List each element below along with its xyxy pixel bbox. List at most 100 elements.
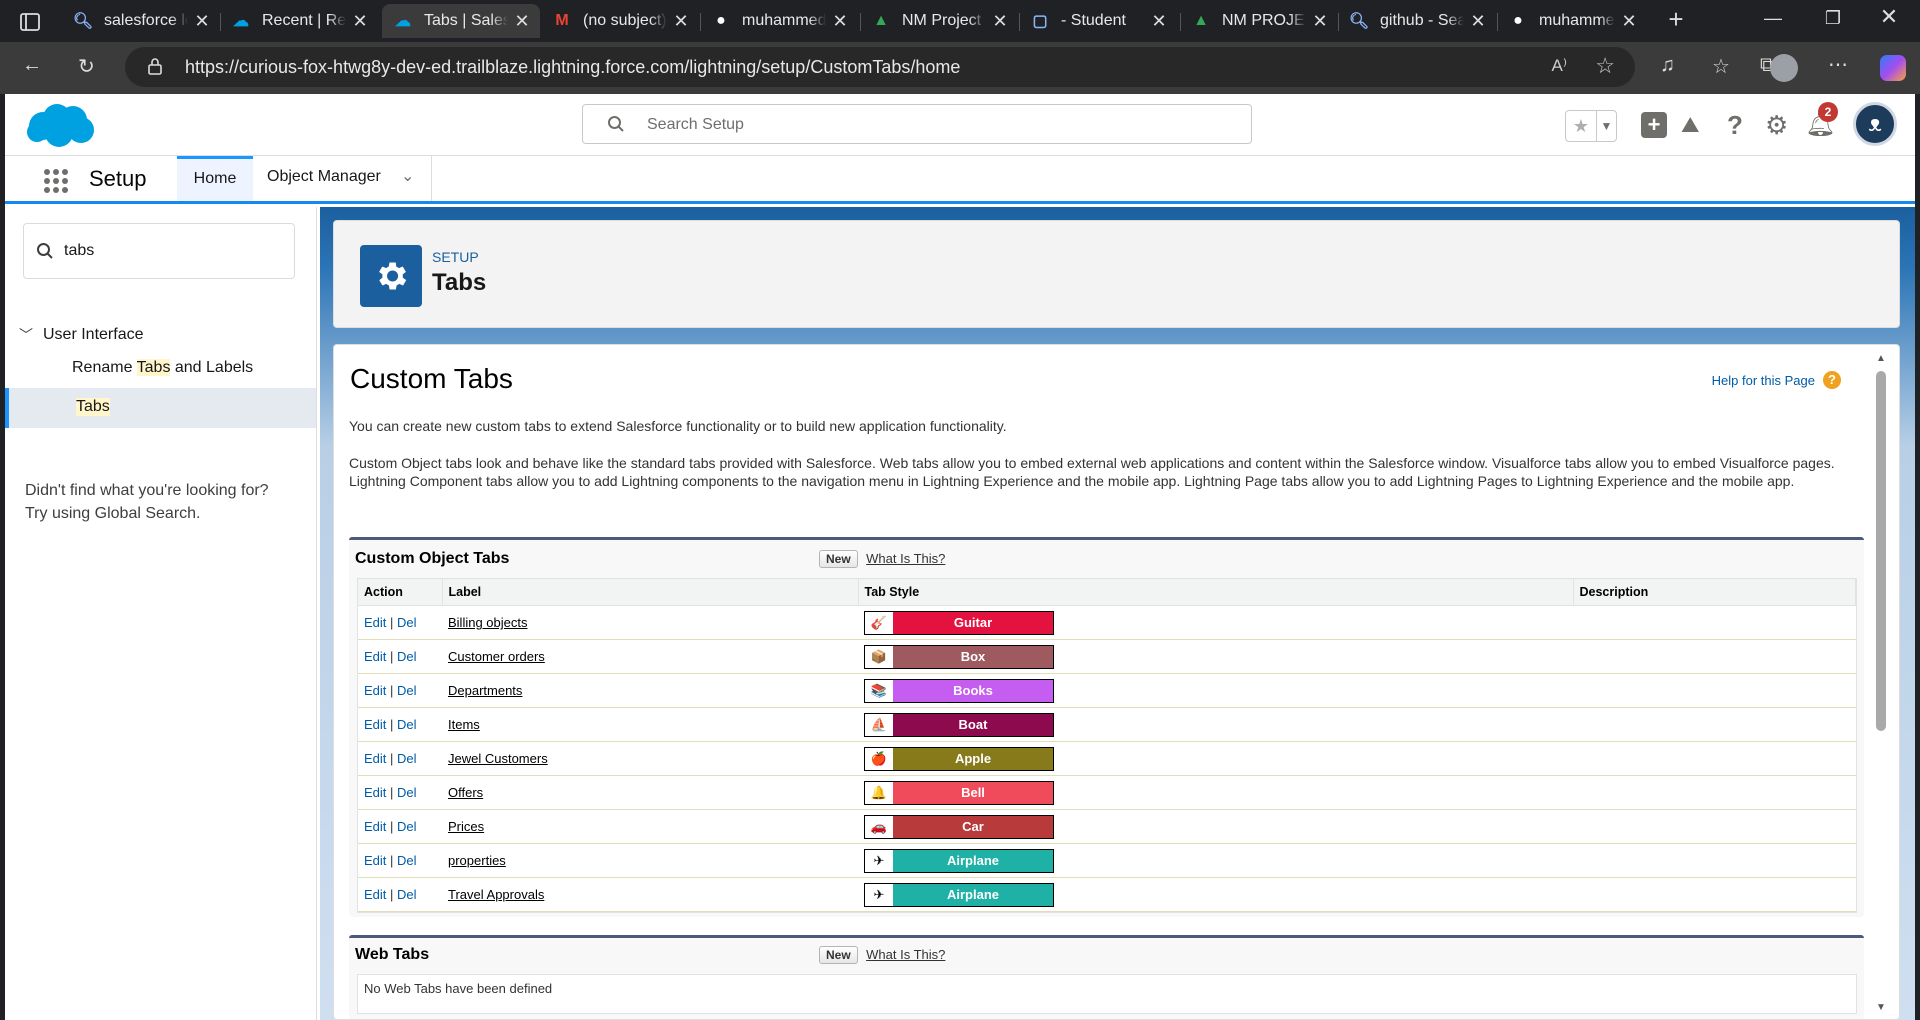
close-tab-icon[interactable]: ✕	[194, 11, 210, 32]
browser-tab[interactable]: ▲ NM Project V ✕	[860, 4, 1018, 38]
chevron-down-icon[interactable]: ⌄	[401, 166, 414, 186]
edit-link[interactable]: Edit	[364, 649, 386, 664]
tab-style-cell: 🚗 Car	[858, 809, 1573, 844]
scroll-up-icon[interactable]: ▲	[1876, 353, 1886, 364]
tab-label-link[interactable]: Travel Approvals	[448, 887, 544, 902]
help-icon[interactable]: ?	[1727, 110, 1743, 141]
help-link[interactable]: Help for this Page ?	[1712, 371, 1841, 389]
tab-label-link[interactable]: Items	[448, 717, 480, 732]
tab-actions-icon[interactable]	[18, 10, 42, 34]
edit-link[interactable]: Edit	[364, 717, 386, 732]
delete-link[interactable]: Del	[397, 785, 417, 800]
edit-link[interactable]: Edit	[364, 853, 386, 868]
close-tab-icon[interactable]: ✕	[673, 11, 689, 32]
tab-label-link[interactable]: Billing objects	[448, 615, 528, 630]
tab-label-link[interactable]: Prices	[448, 819, 484, 834]
browser-tab[interactable]: ● muhammed ✕	[1497, 4, 1647, 38]
tab-style-swatch: 📚 Books	[864, 678, 1054, 703]
close-tab-icon[interactable]: ✕	[352, 11, 368, 32]
browser-tab[interactable]: ☁ Recent | Rep ✕	[220, 4, 378, 38]
global-actions-icon[interactable]: +	[1641, 112, 1667, 138]
what-is-this-link[interactable]: What Is This?	[866, 551, 945, 566]
close-window-icon[interactable]: ✕	[1866, 4, 1912, 30]
tab-style-cell: 🎸 Guitar	[858, 605, 1573, 640]
new-custom-object-tab-button[interactable]: New	[819, 550, 858, 568]
column-header: Tab Style	[858, 579, 1574, 606]
browser-tab-title: - Student	[1061, 12, 1126, 29]
edit-link[interactable]: Edit	[364, 683, 386, 698]
scroll-down-icon[interactable]: ▼	[1876, 1002, 1886, 1013]
browser-tab[interactable]: M (no subject) ✕	[541, 4, 699, 38]
read-aloud-icon[interactable]: A⁾	[1551, 56, 1567, 76]
copilot-icon[interactable]	[1880, 55, 1906, 81]
edit-link[interactable]: Edit	[364, 785, 386, 800]
sidebar-item-tabs[interactable]: Tabs	[5, 388, 316, 428]
setup-gear-icon	[360, 245, 422, 307]
setup-sidebar: tabs ﹀ User Interface Rename Tabs and La…	[5, 207, 317, 1020]
edit-link[interactable]: Edit	[364, 751, 386, 766]
browser-tab[interactable]: ▲ NM PROJEC ✕	[1180, 4, 1338, 38]
url-bar[interactable]: https://curious-fox-htwg8y-dev-ed.trailb…	[125, 47, 1635, 87]
delete-link[interactable]: Del	[397, 649, 417, 664]
browser-tab[interactable]: ☁ Tabs | Salesfo ✕	[382, 4, 540, 38]
browser-tab[interactable]: ▢ - Student ✕	[1019, 4, 1177, 38]
what-is-this-link[interactable]: What Is This?	[866, 947, 945, 962]
delete-link[interactable]: Del	[397, 615, 417, 630]
action-separator: |	[386, 887, 398, 902]
favorites-button[interactable]: ★ ▼	[1565, 110, 1617, 142]
browser-tab[interactable]: 🔍︎ salesforce lo ✕	[62, 4, 220, 38]
search-setup-input[interactable]: Search Setup	[582, 104, 1252, 144]
sidebar-item-rename-tabs[interactable]: Rename Tabs and Labels	[72, 359, 253, 377]
close-tab-icon[interactable]: ✕	[1312, 11, 1328, 32]
trailhead-icon[interactable]: ⛰	[1681, 112, 1699, 138]
edit-link[interactable]: Edit	[364, 615, 386, 630]
close-tab-icon[interactable]: ✕	[1470, 11, 1486, 32]
table-row: Edit | Del Jewel Customers 🍎 Apple	[358, 741, 1856, 776]
scrollbar[interactable]: ▲ ▼	[1875, 353, 1887, 1013]
salesforce-logo[interactable]	[23, 100, 97, 157]
new-web-tab-button[interactable]: New	[819, 946, 858, 964]
close-tab-icon[interactable]: ✕	[832, 11, 848, 32]
close-tab-icon[interactable]: ✕	[514, 11, 530, 32]
tab-label-link[interactable]: Customer orders	[448, 649, 545, 664]
edit-link[interactable]: Edit	[364, 887, 386, 902]
delete-link[interactable]: Del	[397, 751, 417, 766]
delete-link[interactable]: Del	[397, 819, 417, 834]
scrollbar-thumb[interactable]	[1876, 371, 1886, 731]
restore-icon[interactable]: ❐	[1810, 8, 1856, 29]
more-menu-icon[interactable]: ⋯	[1828, 52, 1848, 77]
profile-avatar[interactable]	[1770, 54, 1798, 82]
tab-label-link[interactable]: properties	[448, 853, 506, 868]
favorite-star-icon[interactable]: ☆	[1595, 53, 1615, 79]
quick-find-input[interactable]: tabs	[23, 223, 295, 279]
edit-link[interactable]: Edit	[364, 819, 386, 834]
block-title: Web Tabs	[355, 946, 430, 963]
reload-icon[interactable]: ↻	[78, 54, 95, 79]
delete-link[interactable]: Del	[397, 853, 417, 868]
browser-tab[interactable]: 🔍︎ github - Sea ✕	[1338, 4, 1496, 38]
app-launcher-icon[interactable]	[43, 168, 69, 199]
tab-label-link[interactable]: Offers	[448, 785, 483, 800]
browser-tab[interactable]: ● muhammed ✕	[700, 4, 858, 38]
new-tab-button[interactable]: +	[1653, 4, 1699, 35]
delete-link[interactable]: Del	[397, 683, 417, 698]
setup-gear-icon[interactable]: ⚙	[1765, 110, 1788, 141]
close-tab-icon[interactable]: ✕	[1151, 11, 1167, 32]
table-row: Edit | Del Travel Approvals ✈ Airplane	[358, 877, 1856, 912]
close-tab-icon[interactable]: ✕	[992, 11, 1008, 32]
back-icon[interactable]: ←	[22, 54, 42, 77]
delete-link[interactable]: Del	[397, 887, 417, 902]
tab-object-manager[interactable]: Object Manager	[267, 168, 381, 186]
minimize-icon[interactable]: —	[1750, 8, 1796, 29]
tab-label-link[interactable]: Departments	[448, 683, 522, 698]
user-avatar[interactable]: ᴥ	[1853, 102, 1897, 146]
tree-section-user-interface[interactable]: ﹀ User Interface	[19, 325, 143, 345]
favorites-icon[interactable]: ☆	[1712, 54, 1730, 79]
tab-style-icon: 📦	[865, 645, 893, 668]
close-tab-icon[interactable]: ✕	[1621, 11, 1637, 32]
extensions-icon[interactable]: ♫	[1660, 54, 1675, 77]
tab-home[interactable]: Home	[177, 156, 253, 201]
tab-label-link[interactable]: Jewel Customers	[448, 751, 548, 766]
action-cell: Edit | Del	[358, 741, 442, 776]
delete-link[interactable]: Del	[397, 717, 417, 732]
